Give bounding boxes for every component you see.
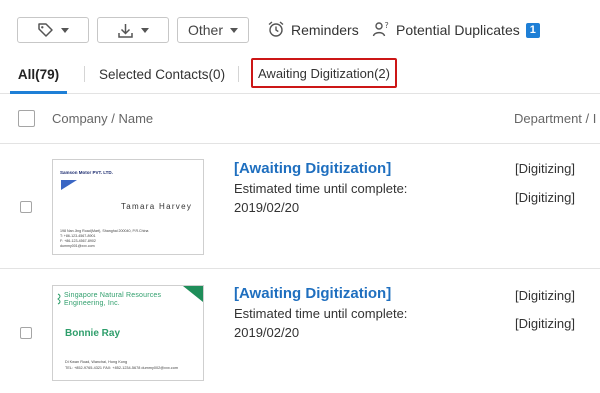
select-all-checkbox[interactable] [18, 110, 35, 127]
other-dropdown-button[interactable]: Other [177, 17, 249, 43]
card-company: Singapore Natural Resources Engineering,… [64, 292, 161, 308]
card-phone: T: +86-123-4567-8901 [60, 234, 96, 238]
alarm-clock-icon [267, 20, 285, 41]
estimated-date: 2019/02/20 [234, 325, 300, 340]
toolbar: Other Reminders ? Potential Duplicates 1 [0, 0, 600, 58]
department-status: [Digitizing] [515, 161, 575, 176]
other-label: Other [187, 22, 223, 38]
tab-awaiting-digitization[interactable]: Awaiting Digitization(2) [251, 58, 397, 88]
tag-dropdown-button[interactable] [17, 17, 89, 43]
title-status: [Digitizing] [515, 316, 575, 331]
card-logo-mark [57, 293, 61, 305]
svg-text:?: ? [385, 21, 389, 30]
reminders-button[interactable]: Reminders [267, 17, 359, 43]
awaiting-digitization-link[interactable]: [Awaiting Digitization] [234, 285, 391, 302]
person-question-icon: ? [372, 20, 390, 41]
potential-duplicates-label: Potential Duplicates [396, 22, 520, 38]
chevron-down-icon [61, 27, 69, 33]
card-fax: F: +86-123-4567-8902 [60, 239, 96, 243]
estimated-date: 2019/02/20 [234, 200, 300, 215]
card-address: 198 Nan Jing Road(Mart), Shanghai 200040… [60, 229, 149, 233]
card-address: Di Kwan Road, Wanchai, Hong Kong [65, 360, 128, 364]
chevron-down-icon [141, 27, 149, 33]
estimated-time-label: Estimated time until complete: [234, 181, 408, 196]
card-company: Samson Motor PVT. LTD. [60, 170, 113, 175]
table-row[interactable]: Singapore Natural Resources Engineering,… [0, 269, 600, 393]
tab-selected-contacts[interactable]: Selected Contacts(0) [99, 58, 225, 90]
card-corner-mark [183, 286, 203, 302]
card-company-line: Engineering, Inc. [64, 300, 120, 307]
tag-icon [37, 22, 54, 39]
duplicates-count-badge: 1 [525, 22, 540, 38]
card-email: dummy001@xxx.com [60, 244, 95, 248]
card-contact-line: TEL: +852-9765-4321 FAX: +852-1234-5678 … [65, 366, 178, 370]
business-card-thumbnail[interactable]: Singapore Natural Resources Engineering,… [52, 285, 204, 381]
table-header: Company / Name Department / I [0, 94, 600, 144]
chevron-down-icon [230, 27, 238, 33]
column-header-department[interactable]: Department / I [514, 111, 596, 126]
download-icon [117, 22, 134, 39]
reminders-label: Reminders [291, 22, 359, 38]
tab-all[interactable]: All(79) [10, 58, 67, 94]
potential-duplicates-button[interactable]: ? Potential Duplicates 1 [372, 17, 540, 43]
business-card-thumbnail[interactable]: Samson Motor PVT. LTD. Tamara Harvey 198… [52, 159, 204, 255]
card-person-name: Bonnie Ray [65, 328, 121, 339]
tab-divider [238, 66, 239, 82]
download-dropdown-button[interactable] [97, 17, 169, 43]
table-row[interactable]: Samson Motor PVT. LTD. Tamara Harvey 198… [0, 144, 600, 269]
card-company-line: Singapore Natural Resources [64, 292, 162, 299]
tab-divider [84, 66, 85, 82]
card-logo-mark [61, 180, 77, 190]
estimated-time-label: Estimated time until complete: [234, 306, 408, 321]
row-checkbox[interactable] [20, 327, 32, 339]
tab-bar: All(79) Selected Contacts(0) Awaiting Di… [0, 58, 600, 94]
department-status: [Digitizing] [515, 288, 575, 303]
card-person-name: Tamara Harvey [121, 202, 193, 211]
title-status: [Digitizing] [515, 190, 575, 205]
column-header-company[interactable]: Company / Name [52, 111, 153, 126]
row-checkbox[interactable] [20, 201, 32, 213]
awaiting-digitization-link[interactable]: [Awaiting Digitization] [234, 160, 391, 177]
